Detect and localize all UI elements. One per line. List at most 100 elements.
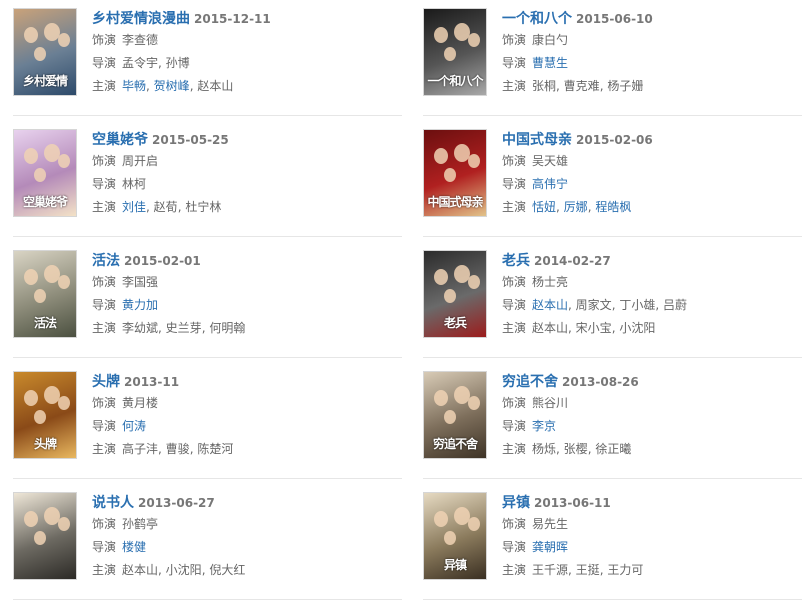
role-label: 饰演 — [92, 33, 117, 47]
poster-figure — [444, 289, 456, 303]
cast-name[interactable]: 刘佳 — [122, 200, 146, 214]
title-line: 头牌 2013-11 — [92, 371, 402, 391]
movie-poster[interactable] — [13, 492, 77, 580]
poster-title-art: 活法 — [33, 316, 57, 330]
role-label: 饰演 — [502, 517, 527, 531]
movie-poster[interactable]: 一个和八个 — [423, 8, 487, 96]
role-row: 饰演 康白勺 — [502, 29, 802, 51]
movie-title-link[interactable]: 活法 — [92, 253, 120, 269]
director-name: 孙博 — [165, 56, 190, 70]
cast-name: 倪大红 — [209, 563, 246, 577]
movie-poster[interactable]: 异镇 — [423, 492, 487, 580]
movie-title-link[interactable]: 空巢姥爷 — [92, 132, 148, 148]
role-row: 饰演 周开启 — [92, 150, 402, 172]
poster-title-art: 空巢姥爷 — [22, 195, 68, 209]
title-line: 穷追不舍 2013-08-26 — [502, 371, 802, 391]
movie-poster[interactable]: 中国式母亲 — [423, 129, 487, 217]
movie-title-link[interactable]: 中国式母亲 — [502, 132, 572, 148]
director-name[interactable]: 曹慧生 — [532, 56, 568, 70]
movie-title-link[interactable]: 异镇 — [502, 495, 530, 511]
movie-title-link[interactable]: 头牌 — [92, 374, 120, 390]
director-row-label: 导演 — [502, 419, 527, 433]
poster-figure — [468, 33, 480, 47]
movie-title-link[interactable]: 老兵 — [502, 253, 530, 269]
movie-poster[interactable]: 空巢姥爷 — [13, 129, 77, 217]
cast-name: 杜宁林 — [185, 200, 222, 214]
movie-title-link[interactable]: 乡村爱情浪漫曲 — [92, 11, 190, 27]
role-name: 康白勺 — [532, 33, 569, 47]
movie-card: 说书人 2013-06-27 饰演 孙鹤亭 导演 楼健 主演 赵本山, 小沈阳, 倪大红 — [13, 492, 403, 602]
director-name: 丁小雄 — [619, 298, 656, 312]
poster-figure — [444, 531, 456, 545]
movie-poster[interactable]: 头牌 — [13, 371, 77, 459]
poster-figure — [434, 269, 448, 285]
movie-info: 活法 2015-02-01 饰演 李国强 导演 黄力加 主演 李幼斌, 史兰芽, 何明翰 — [92, 250, 402, 339]
cast-name: 徐正曦 — [595, 442, 632, 456]
cast-name: 曹骏 — [165, 442, 190, 456]
director-row-label: 导演 — [502, 56, 527, 70]
movie-card: 乡村爱情 乡村爱情浪漫曲 2015-12-11 饰演 李查德 导演 孟令宇, 孙博 主演 毕畅,… — [13, 8, 403, 118]
movie-title-link[interactable]: 说书人 — [92, 495, 134, 511]
role-label: 饰演 — [502, 154, 527, 168]
release-date: 2015-05-25 — [152, 133, 229, 147]
movie-title-link[interactable]: 穷追不舍 — [502, 374, 558, 390]
cast-name[interactable]: 恬妞 — [532, 200, 556, 214]
director-name[interactable]: 何涛 — [122, 419, 146, 433]
cast-name: 赵本山 — [532, 321, 569, 335]
movie-info: 中国式母亲 2015-02-06 饰演 吴天雄 导演 高伟宁 主演 恬妞, 厉娜, 程皓枫 — [502, 129, 802, 218]
cast-row: 主演 高子沣, 曹骏, 陈楚河 — [92, 438, 402, 460]
director-name[interactable]: 黄力加 — [122, 298, 158, 312]
row-divider — [423, 357, 802, 358]
director-row: 导演 孟令宇, 孙博 — [92, 52, 402, 74]
cast-row: 主演 毕畅, 贺树峰, 赵本山 — [92, 75, 402, 97]
name-separator: , — [568, 321, 576, 335]
cast-name: 史兰芽 — [165, 321, 202, 335]
movie-card: 活法 活法 2015-02-01 饰演 李国强 导演 黄力加 主演 李幼斌, 史兰芽, 何明翰 — [13, 250, 403, 360]
movie-poster[interactable]: 穷追不舍 — [423, 371, 487, 459]
poster-figure — [468, 396, 480, 410]
director-name[interactable]: 高伟宁 — [532, 177, 568, 191]
cast-row-label: 主演 — [502, 321, 527, 335]
cast-name: 何明翰 — [209, 321, 246, 335]
poster-figure — [34, 47, 46, 61]
poster-figure — [24, 27, 38, 43]
cast-name[interactable]: 贺树峰 — [154, 79, 190, 93]
cast-name: 赵荀 — [153, 200, 178, 214]
cast-row: 主演 赵本山, 宋小宝, 小沈阳 — [502, 317, 802, 339]
cast-row: 主演 刘佳, 赵荀, 杜宁林 — [92, 196, 402, 218]
poster-title-art: 穷追不舍 — [432, 437, 478, 451]
poster-figure — [34, 531, 46, 545]
movie-poster[interactable]: 老兵 — [423, 250, 487, 338]
poster-figure — [58, 154, 70, 168]
director-name[interactable]: 楼健 — [122, 540, 146, 554]
cast-row: 主演 赵本山, 小沈阳, 倪大红 — [92, 559, 402, 581]
cast-name[interactable]: 程皓枫 — [595, 200, 631, 214]
movie-poster[interactable]: 乡村爱情 — [13, 8, 77, 96]
role-label: 饰演 — [502, 33, 527, 47]
role-row: 饰演 吴天雄 — [502, 150, 802, 172]
poster-figure — [58, 396, 70, 410]
director-row-label: 导演 — [92, 298, 117, 312]
release-date: 2015-02-06 — [576, 133, 653, 147]
cast-row: 主演 张桐, 曹克难, 杨子姗 — [502, 75, 802, 97]
cast-name[interactable]: 厉娜 — [564, 200, 588, 214]
title-line: 异镇 2013-06-11 — [502, 492, 802, 512]
poster-figure — [58, 33, 70, 47]
row-divider — [13, 357, 402, 358]
director-row: 导演 林柯 — [92, 173, 402, 195]
movie-poster[interactable]: 活法 — [13, 250, 77, 338]
movie-card: 中国式母亲 中国式母亲 2015-02-06 饰演 吴天雄 导演 高伟宁 主演 恬妞, 厉娜, … — [423, 129, 802, 239]
role-name: 易先生 — [532, 517, 569, 531]
role-label: 饰演 — [92, 396, 117, 410]
director-name[interactable]: 赵本山 — [532, 298, 568, 312]
poster-figure — [34, 410, 46, 424]
poster-figure — [444, 168, 456, 182]
director-name[interactable]: 龚朝晖 — [532, 540, 568, 554]
cast-row-label: 主演 — [502, 79, 527, 93]
role-label: 饰演 — [92, 517, 117, 531]
row-divider — [13, 599, 402, 600]
director-name[interactable]: 李京 — [532, 419, 556, 433]
cast-name[interactable]: 毕畅 — [122, 79, 146, 93]
movie-title-link[interactable]: 一个和八个 — [502, 11, 572, 27]
cast-name: 赵本山 — [122, 563, 159, 577]
